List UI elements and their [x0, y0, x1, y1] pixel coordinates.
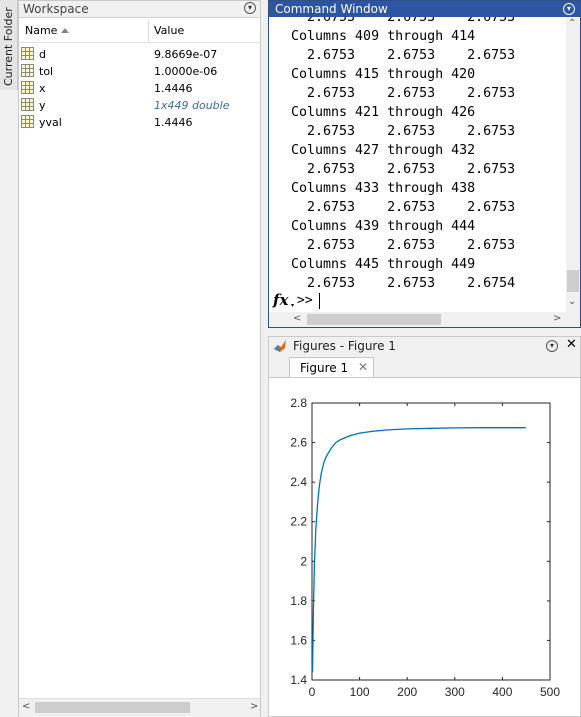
command-output-line: 2.6753 2.6753 2.6753 [275, 86, 516, 101]
x-tick-label: 0 [309, 685, 316, 699]
command-output-line: 2.6753 2.6753 2.6754 [275, 276, 516, 289]
tab-label: Figure 1 [300, 361, 349, 375]
scrollbar-thumb[interactable] [307, 314, 441, 325]
value-column-header[interactable]: Value [154, 24, 184, 37]
matlab-logo-icon [274, 340, 286, 352]
scroll-down-icon[interactable]: ⌄ [568, 296, 576, 307]
x-tick-label: 400 [492, 685, 512, 699]
variable-value: 1.0000e-06 [154, 65, 218, 78]
command-prompt-row[interactable]: fx ▾ >> [271, 291, 565, 311]
command-window[interactable]: Command Window ▾ 2.6753 2.6753 2.6753 Co… [268, 0, 581, 328]
y-tick-label: 1.8 [290, 594, 307, 608]
figures-menu-icon[interactable]: ▾ [546, 340, 558, 352]
command-window-title: Command Window [275, 2, 388, 16]
close-icon[interactable]: ✕ [566, 337, 577, 352]
command-output-line: Columns 409 through 414 [275, 29, 476, 44]
scrollbar-thumb[interactable] [567, 270, 579, 292]
variable-value: 9.8669e-07 [154, 48, 218, 61]
variable-row[interactable]: d 9.8669e-07 [19, 46, 260, 63]
command-output-line: Columns 421 through 426 [275, 105, 476, 120]
command-output-line: 2.6753 2.6753 2.6753 [275, 124, 516, 139]
command-output-line: 2.6753 2.6753 2.6753 [275, 238, 516, 253]
plot-axes-box [311, 402, 551, 681]
variable-value: 1.4446 [154, 116, 193, 129]
workspace-horizontal-scrollbar[interactable]: < > [19, 698, 260, 717]
command-output-line: Columns 439 through 444 [275, 219, 476, 234]
figures-panel: Figures - Figure 1 ▾ ✕ Figure 1 ✕ 0 100 20… [268, 336, 581, 717]
figures-title-bar: Figures - Figure 1 ▾ ✕ [269, 337, 580, 355]
figures-title: Figures - Figure 1 [293, 339, 396, 353]
matrix-variable-icon [21, 64, 34, 77]
y-tick-label: 2 [300, 554, 307, 568]
command-output: 2.6753 2.6753 2.6753 Columns 409 through… [275, 17, 565, 289]
tab-figure-1[interactable]: Figure 1 ✕ [289, 357, 374, 377]
matrix-variable-icon [21, 98, 34, 111]
fx-function-browser-icon[interactable]: fx [273, 291, 288, 309]
variable-row[interactable]: tol 1.0000e-06 [19, 63, 260, 80]
variable-row[interactable]: y 1x449 double [19, 97, 260, 114]
scroll-right-icon[interactable]: > [553, 313, 561, 324]
current-folder-tab[interactable]: Current Folder [0, 0, 18, 90]
command-output-line: 2.6753 2.6753 2.6753 [275, 200, 516, 215]
variable-value: 1.4446 [154, 82, 193, 95]
scroll-left-icon[interactable]: < [22, 701, 30, 712]
command-window-title-bar: Command Window ▾ [269, 1, 580, 17]
current-folder-tab-label: Current Folder [2, 7, 15, 86]
command-window-menu-icon[interactable]: ▾ [563, 3, 575, 15]
matrix-variable-icon [21, 81, 34, 94]
command-prompt: >> [297, 293, 313, 308]
x-tick-label: 200 [397, 685, 417, 699]
variable-name: y [39, 99, 46, 112]
command-horizontal-scrollbar[interactable]: < > [269, 312, 580, 327]
variable-row[interactable]: yval 1.4446 [19, 114, 260, 131]
name-column-header[interactable]: Name [25, 24, 57, 37]
scroll-left-icon[interactable]: < [293, 313, 301, 324]
scrollbar-thumb[interactable] [35, 702, 190, 713]
workspace-title-bar: Workspace ▾ [19, 1, 260, 18]
figure-1-plot[interactable]: 0 100 200 300 400 500 1.4 1.6 1.8 2 2.2 2.4 2.6 2.8 [269, 378, 580, 716]
text-cursor [319, 293, 320, 309]
command-vertical-scrollbar[interactable]: ⌃ ⌄ [566, 18, 580, 312]
y-tick-label: 2.6 [290, 436, 307, 450]
workspace-menu-icon[interactable]: ▾ [244, 2, 256, 14]
x-tick-label: 500 [540, 685, 560, 699]
y-tick-label: 2.4 [290, 475, 307, 489]
figures-tab-strip: Figure 1 ✕ [269, 355, 580, 378]
y-tick-label: 1.4 [290, 673, 307, 687]
workspace-title: Workspace [23, 2, 89, 16]
scroll-up-icon[interactable]: ⌃ [568, 18, 576, 29]
x-tick-label: 100 [350, 685, 370, 699]
variable-name: d [39, 48, 46, 61]
variable-name: tol [39, 65, 54, 78]
tab-close-icon[interactable]: ✕ [358, 360, 368, 374]
command-output-line: Columns 445 through 449 [275, 257, 476, 272]
workspace-panel: Workspace ▾ Name Value d 9.8669e-07 tol 1.0… [18, 0, 261, 717]
command-output-line: 2.6753 2.6753 2.6753 [275, 48, 516, 63]
fx-dropdown-icon[interactable]: ▾ [291, 302, 294, 309]
command-output-line: 2.6753 2.6753 2.6753 [275, 17, 516, 25]
scroll-right-icon[interactable]: > [250, 701, 258, 712]
command-output-line: Columns 415 through 420 [275, 67, 476, 82]
command-output-line: Columns 433 through 438 [275, 181, 476, 196]
matrix-variable-icon [21, 47, 34, 60]
variable-row[interactable]: x 1.4446 [19, 80, 260, 97]
sort-ascending-icon [61, 28, 69, 33]
column-divider[interactable] [148, 20, 149, 42]
workspace-column-header: Name Value [19, 18, 260, 43]
variable-value: 1x449 double [154, 99, 230, 112]
y-tick-label: 2.2 [290, 515, 307, 529]
variable-name: x [39, 82, 46, 95]
command-output-line: Columns 427 through 432 [275, 143, 476, 158]
matrix-variable-icon [21, 115, 34, 128]
y-tick-label: 2.8 [290, 396, 307, 410]
command-output-line: 2.6753 2.6753 2.6753 [275, 162, 516, 177]
x-tick-label: 300 [445, 685, 465, 699]
variable-name: yval [39, 116, 62, 129]
y-tick-label: 1.6 [290, 633, 307, 647]
